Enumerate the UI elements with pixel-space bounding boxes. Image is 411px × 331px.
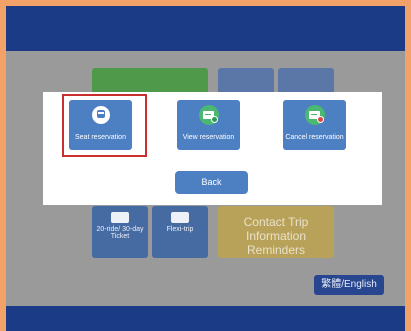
view-reservation-label: View reservation — [182, 134, 235, 141]
contact-tile-label: Contact Trip Information Reminders — [243, 215, 309, 257]
cancel-reservation-label: Cancel reservation — [285, 134, 344, 141]
view-reservation-icon — [199, 105, 219, 125]
ticket-tile: 20-ride/ 30-day Ticket — [92, 206, 148, 258]
view-reservation-button[interactable]: View reservation — [177, 100, 240, 150]
flexi-trip-icon — [171, 212, 189, 223]
view-badge-icon — [211, 116, 218, 123]
contact-tile: Contact Trip Information Reminders — [218, 206, 334, 258]
ticket-tile-label: 20-ride/ 30-day Ticket — [96, 226, 144, 240]
reservation-dialog: Seat reservation View reservation Cancel… — [43, 92, 382, 205]
cancel-reservation-button[interactable]: Cancel reservation — [283, 100, 346, 150]
top-header-bar — [6, 6, 405, 51]
flexi-trip-tile: Flexi-trip — [152, 206, 208, 258]
seat-reservation-label: Seat reservation — [75, 134, 126, 141]
bus-icon — [97, 110, 105, 118]
seat-reservation-button[interactable]: Seat reservation — [69, 100, 132, 150]
language-toggle-button: 繁體/English — [314, 275, 384, 295]
ticket-icon — [111, 212, 129, 223]
cancel-reservation-icon — [305, 105, 325, 125]
cancel-badge-icon — [317, 116, 324, 123]
bottom-bar — [6, 306, 405, 331]
back-button[interactable]: Back — [175, 171, 248, 194]
seat-reservation-icon-circle — [92, 106, 110, 124]
flexi-trip-tile-label: Flexi-trip — [166, 226, 194, 233]
